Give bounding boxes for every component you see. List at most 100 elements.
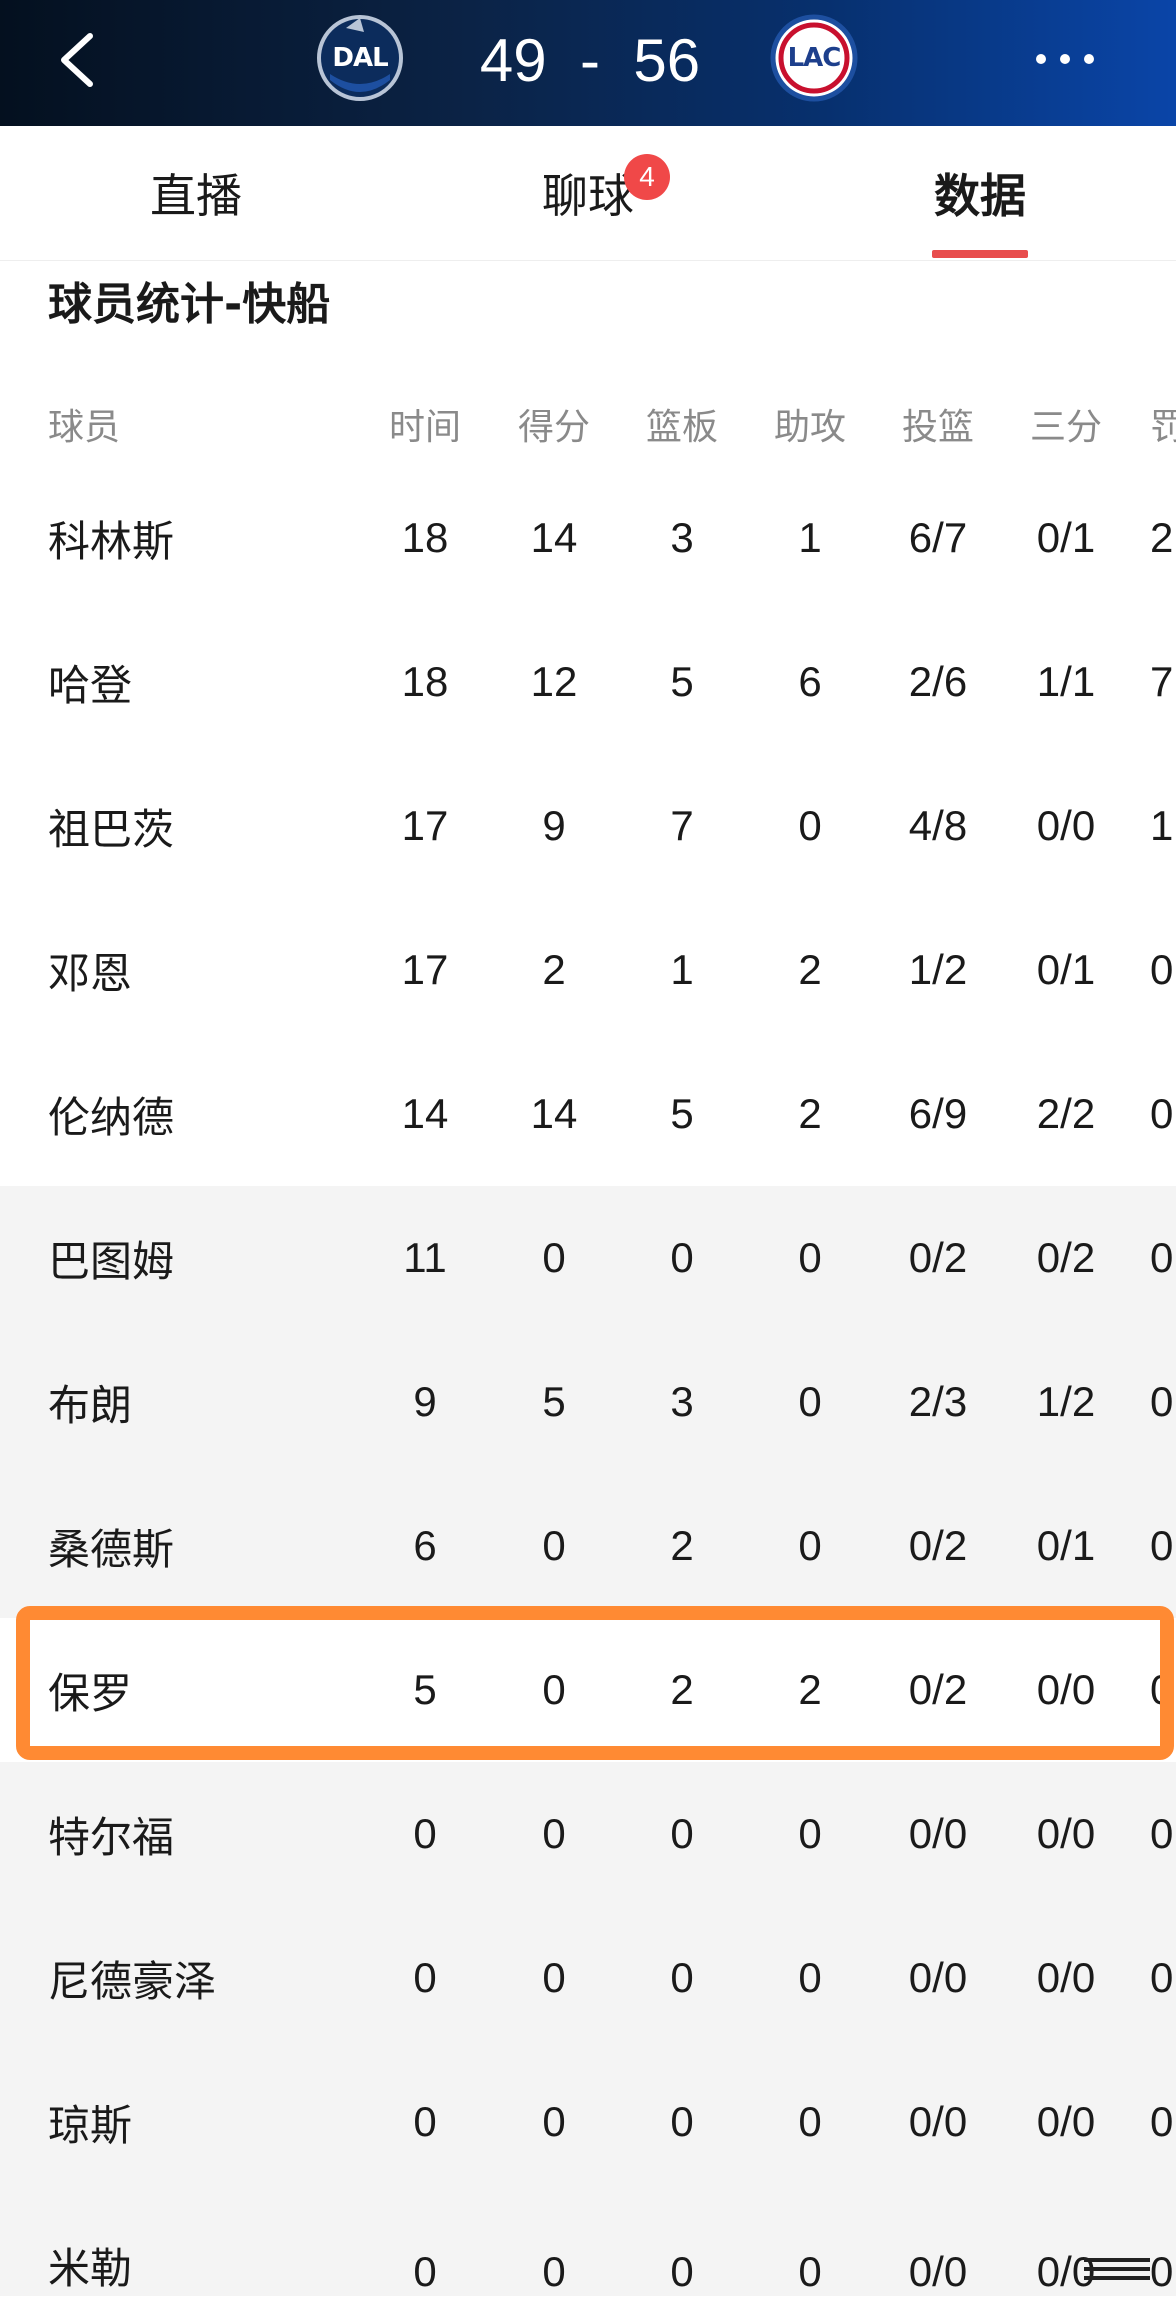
stat-points: 0 <box>542 1522 566 1569</box>
column-header-player[interactable]: 球员 <box>48 376 348 472</box>
stat-assists: 0 <box>798 2098 822 2145</box>
stat-free-throws: 2 <box>1150 514 1174 561</box>
player-name: 特尔福 <box>48 1812 175 1862</box>
stat-three-pointers: 1/2 <box>1036 1378 1096 1425</box>
stat-rebounds: 0 <box>670 1810 694 1857</box>
stat-points: 0 <box>542 1954 566 2001</box>
player-name: 保罗 <box>48 1668 133 1718</box>
stat-free-throws: 0 <box>1150 1090 1174 1137</box>
stat-field-goals: 0/0 <box>908 1954 968 2001</box>
stat-minutes: 5 <box>413 1666 437 1713</box>
table-row[interactable]: 伦纳德 14 14 5 2 6/9 2/2 0 <box>0 1042 1176 1186</box>
table-row[interactable]: 琼斯 0 0 0 0 0/0 0/0 0 <box>0 2050 1176 2194</box>
back-arrow-icon[interactable] <box>50 24 110 96</box>
stat-assists: 0 <box>798 2248 822 2295</box>
stat-free-throws: 0 <box>1150 2248 1174 2295</box>
stat-free-throws: 0 <box>1150 1378 1174 1425</box>
stat-minutes: 0 <box>413 2248 437 2295</box>
table-row[interactable]: 邓恩 17 2 1 2 1/2 0/1 0 <box>0 898 1176 1042</box>
lac-team-logo[interactable]: LAC <box>770 14 858 102</box>
stat-free-throws: 0 <box>1150 946 1174 993</box>
stat-three-pointers: 0/0 <box>1036 1666 1096 1713</box>
stat-minutes: 6 <box>413 1522 437 1569</box>
column-header-three-pointers[interactable]: 三分 <box>1006 376 1126 472</box>
stat-free-throws: 0 <box>1150 1522 1174 1569</box>
column-header-field-goals[interactable]: 投篮 <box>878 376 998 472</box>
stat-minutes: 9 <box>413 1378 437 1425</box>
column-header-points[interactable]: 得分 <box>494 376 614 472</box>
column-header-free-throws[interactable]: 罚 <box>1150 376 1176 472</box>
tab-live[interactable]: 直播 <box>86 126 306 260</box>
stat-assists: 0 <box>798 1378 822 1425</box>
stat-rebounds: 3 <box>670 514 694 561</box>
table-row[interactable]: 巴图姆 11 0 0 0 0/2 0/2 0 <box>0 1186 1176 1330</box>
stat-assists: 2 <box>798 1666 822 1713</box>
stat-rebounds: 5 <box>670 1090 694 1137</box>
table-row[interactable]: 哈登 18 12 5 6 2/6 1/1 7 <box>0 610 1176 754</box>
stat-field-goals: 0/2 <box>908 1522 968 1569</box>
stat-three-pointers: 0/0 <box>1036 1810 1096 1857</box>
stat-assists: 0 <box>798 802 822 849</box>
player-name: 布朗 <box>48 1380 133 1430</box>
stat-points: 2 <box>542 946 566 993</box>
stat-assists: 0 <box>798 1522 822 1569</box>
stat-minutes: 18 <box>401 514 449 561</box>
stat-field-goals: 0/2 <box>908 1666 968 1713</box>
table-row-highlighted[interactable]: 保罗 5 0 2 2 0/2 0/0 0 <box>0 1618 1176 1762</box>
stat-rebounds: 2 <box>670 1522 694 1569</box>
stat-field-goals: 2/3 <box>908 1378 968 1425</box>
stat-field-goals: 0/0 <box>908 2248 968 2295</box>
stat-rebounds: 0 <box>670 1954 694 2001</box>
table-row[interactable]: 桑德斯 6 0 2 0 0/2 0/1 0 <box>0 1474 1176 1618</box>
player-name: 哈登 <box>48 660 133 710</box>
stat-minutes: 0 <box>413 1954 437 2001</box>
stat-rebounds: 3 <box>670 1378 694 1425</box>
table-row[interactable]: 祖巴茨 17 9 7 0 4/8 0/0 1 <box>0 754 1176 898</box>
menu-lines-icon[interactable] <box>1082 2254 1152 2284</box>
stat-free-throws: 7 <box>1150 658 1174 705</box>
column-header-minutes[interactable]: 时间 <box>365 376 485 472</box>
stat-rebounds: 0 <box>670 2098 694 2145</box>
stat-assists: 2 <box>798 1090 822 1137</box>
stat-three-pointers: 0/1 <box>1036 1522 1096 1569</box>
stat-points: 9 <box>542 802 566 849</box>
stat-field-goals: 0/0 <box>908 2098 968 2145</box>
tab-bar: 直播 聊球 4 数据 <box>0 126 1176 261</box>
more-options-icon[interactable] <box>1030 44 1100 74</box>
stats-table-header: 球员 时间 得分 篮板 助攻 投篮 三分 罚 <box>0 376 1176 472</box>
score-display: 49 - 56 <box>479 26 701 94</box>
stat-minutes: 0 <box>413 2098 437 2145</box>
dal-team-logo[interactable]: DAL <box>316 14 404 102</box>
player-name: 邓恩 <box>48 948 133 998</box>
stat-assists: 0 <box>798 1234 822 1281</box>
stat-free-throws: 1 <box>1150 802 1174 849</box>
player-name: 尼德豪泽 <box>48 1956 217 2006</box>
stat-field-goals: 6/9 <box>908 1090 968 1137</box>
stat-points: 12 <box>530 658 578 705</box>
stat-minutes: 18 <box>401 658 449 705</box>
stat-assists: 6 <box>798 658 822 705</box>
tab-chat[interactable]: 聊球 <box>478 126 698 260</box>
stat-rebounds: 0 <box>670 1234 694 1281</box>
stat-assists: 0 <box>798 1954 822 2001</box>
stat-field-goals: 6/7 <box>908 514 968 561</box>
stat-field-goals: 4/8 <box>908 802 968 849</box>
stat-minutes: 17 <box>401 802 449 849</box>
stat-field-goals: 0/0 <box>908 1810 968 1857</box>
column-header-assists[interactable]: 助攻 <box>750 376 870 472</box>
table-row[interactable]: 科林斯 18 14 3 1 6/7 0/1 2 <box>0 466 1176 610</box>
section-title: 球员统计-快船 <box>48 279 331 330</box>
stat-three-pointers: 0/2 <box>1036 1234 1096 1281</box>
player-name: 米勒 <box>48 2244 133 2293</box>
tab-data[interactable]: 数据 <box>870 126 1090 260</box>
column-header-rebounds[interactable]: 篮板 <box>622 376 742 472</box>
player-name: 巴图姆 <box>48 1236 175 1286</box>
table-row[interactable]: 布朗 9 5 3 0 2/3 1/2 0 <box>0 1330 1176 1474</box>
stat-minutes: 14 <box>401 1090 449 1137</box>
stat-field-goals: 2/6 <box>908 658 968 705</box>
table-row[interactable]: 米勒 0 0 0 0 0/0 0/0 0 <box>0 2194 1176 2296</box>
table-row[interactable]: 尼德豪泽 0 0 0 0 0/0 0/0 0 <box>0 1906 1176 2050</box>
active-tab-indicator <box>932 250 1028 258</box>
table-row[interactable]: 特尔福 0 0 0 0 0/0 0/0 0 <box>0 1762 1176 1906</box>
stat-assists: 2 <box>798 946 822 993</box>
